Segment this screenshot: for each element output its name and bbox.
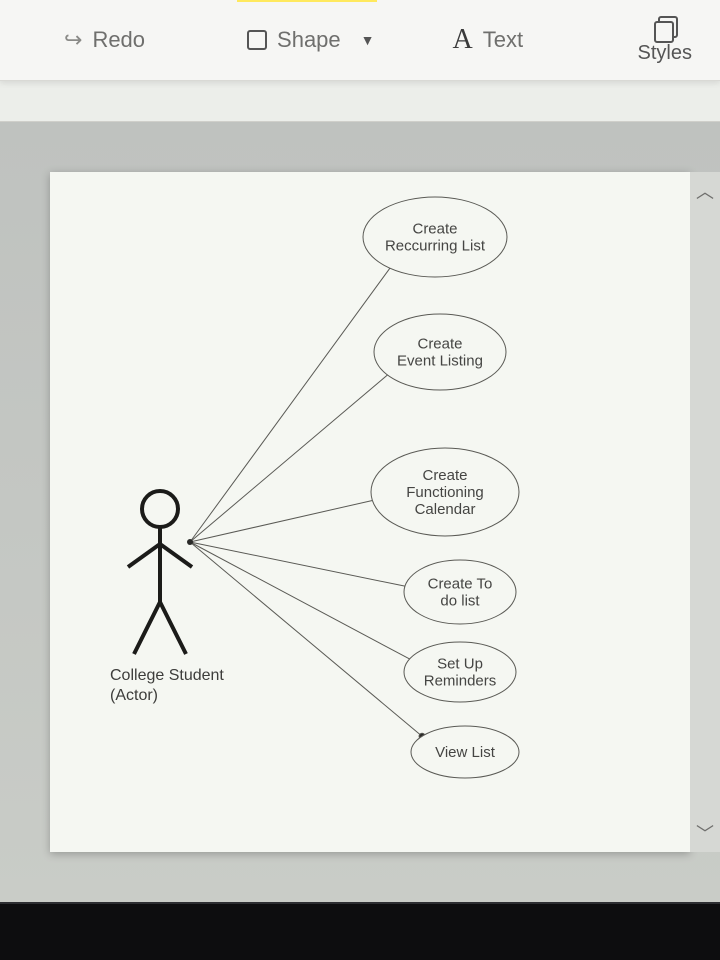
actor-name-line2: (Actor) xyxy=(110,687,158,704)
usecase-3[interactable]: Create Todo list xyxy=(404,560,516,624)
text-icon: A xyxy=(453,24,473,56)
usecase-2-label-line2: Calendar xyxy=(415,501,476,518)
styles-icon xyxy=(654,16,676,40)
styles-label: Styles xyxy=(638,42,692,65)
scroll-up-icon[interactable]: ︿ xyxy=(696,178,714,204)
redo-icon: ↪ xyxy=(64,27,82,53)
editor-area: CreateReccurring ListCreateEvent Listing… xyxy=(0,122,720,902)
usecase-1-label-line0: Create xyxy=(417,336,462,353)
usecase-1-label-line1: Event Listing xyxy=(397,353,483,370)
text-label: Text xyxy=(483,27,523,53)
connector-1[interactable] xyxy=(190,375,387,542)
connector-5[interactable] xyxy=(190,542,422,736)
usecase-2-label-line0: Create xyxy=(422,467,467,484)
usecase-4-label-line0: Set Up xyxy=(437,656,483,673)
usecase-0-label-line1: Reccurring List xyxy=(385,238,486,255)
toolbar: ↪ Redo Shape ▼ A Text Styles xyxy=(0,0,720,81)
connector-4[interactable] xyxy=(190,542,410,659)
usecase-1[interactable]: CreateEvent Listing xyxy=(374,314,506,390)
usecase-3-label-line1: do list xyxy=(440,593,480,610)
usecase-5-label-line0: View List xyxy=(435,744,496,761)
vertical-scrollbar[interactable]: ︿ ﹀ xyxy=(690,172,720,852)
shape-label: Shape xyxy=(277,27,341,53)
usecase-4[interactable]: Set UpReminders xyxy=(404,642,516,702)
usecase-2[interactable]: CreateFunctioningCalendar xyxy=(371,448,519,536)
usecase-5[interactable]: View List xyxy=(411,726,519,778)
bottom-bar xyxy=(0,902,720,960)
styles-button[interactable]: Styles xyxy=(624,0,706,80)
connector-2[interactable] xyxy=(190,500,372,542)
connector-3[interactable] xyxy=(190,542,405,586)
usecase-0-label-line0: Create xyxy=(412,221,457,238)
shape-dropdown[interactable]: Shape ▼ xyxy=(219,0,402,80)
sub-toolbar xyxy=(0,81,720,122)
shape-highlight xyxy=(237,0,377,2)
usecase-0[interactable]: CreateReccurring List xyxy=(363,197,507,277)
actor-name-line1: College Student xyxy=(110,667,224,684)
redo-button[interactable]: ↪ Redo xyxy=(50,0,159,80)
usecase-4-label-line1: Reminders xyxy=(424,673,497,690)
scroll-down-icon[interactable]: ﹀ xyxy=(696,820,714,846)
usecase-diagram-svg: CreateReccurring ListCreateEvent Listing… xyxy=(50,172,690,852)
diagram-canvas[interactable]: CreateReccurring ListCreateEvent Listing… xyxy=(50,172,690,852)
usecase-2-label-line1: Functioning xyxy=(406,484,484,501)
chevron-down-icon: ▼ xyxy=(361,32,375,48)
text-button[interactable]: A Text xyxy=(439,0,538,80)
shape-icon xyxy=(247,30,267,50)
redo-label: Redo xyxy=(92,27,145,53)
usecase-3-label-line0: Create To xyxy=(428,576,493,593)
connector-0[interactable] xyxy=(190,268,390,542)
actor-figure[interactable] xyxy=(128,491,192,654)
actor-connector-dot xyxy=(187,539,193,545)
